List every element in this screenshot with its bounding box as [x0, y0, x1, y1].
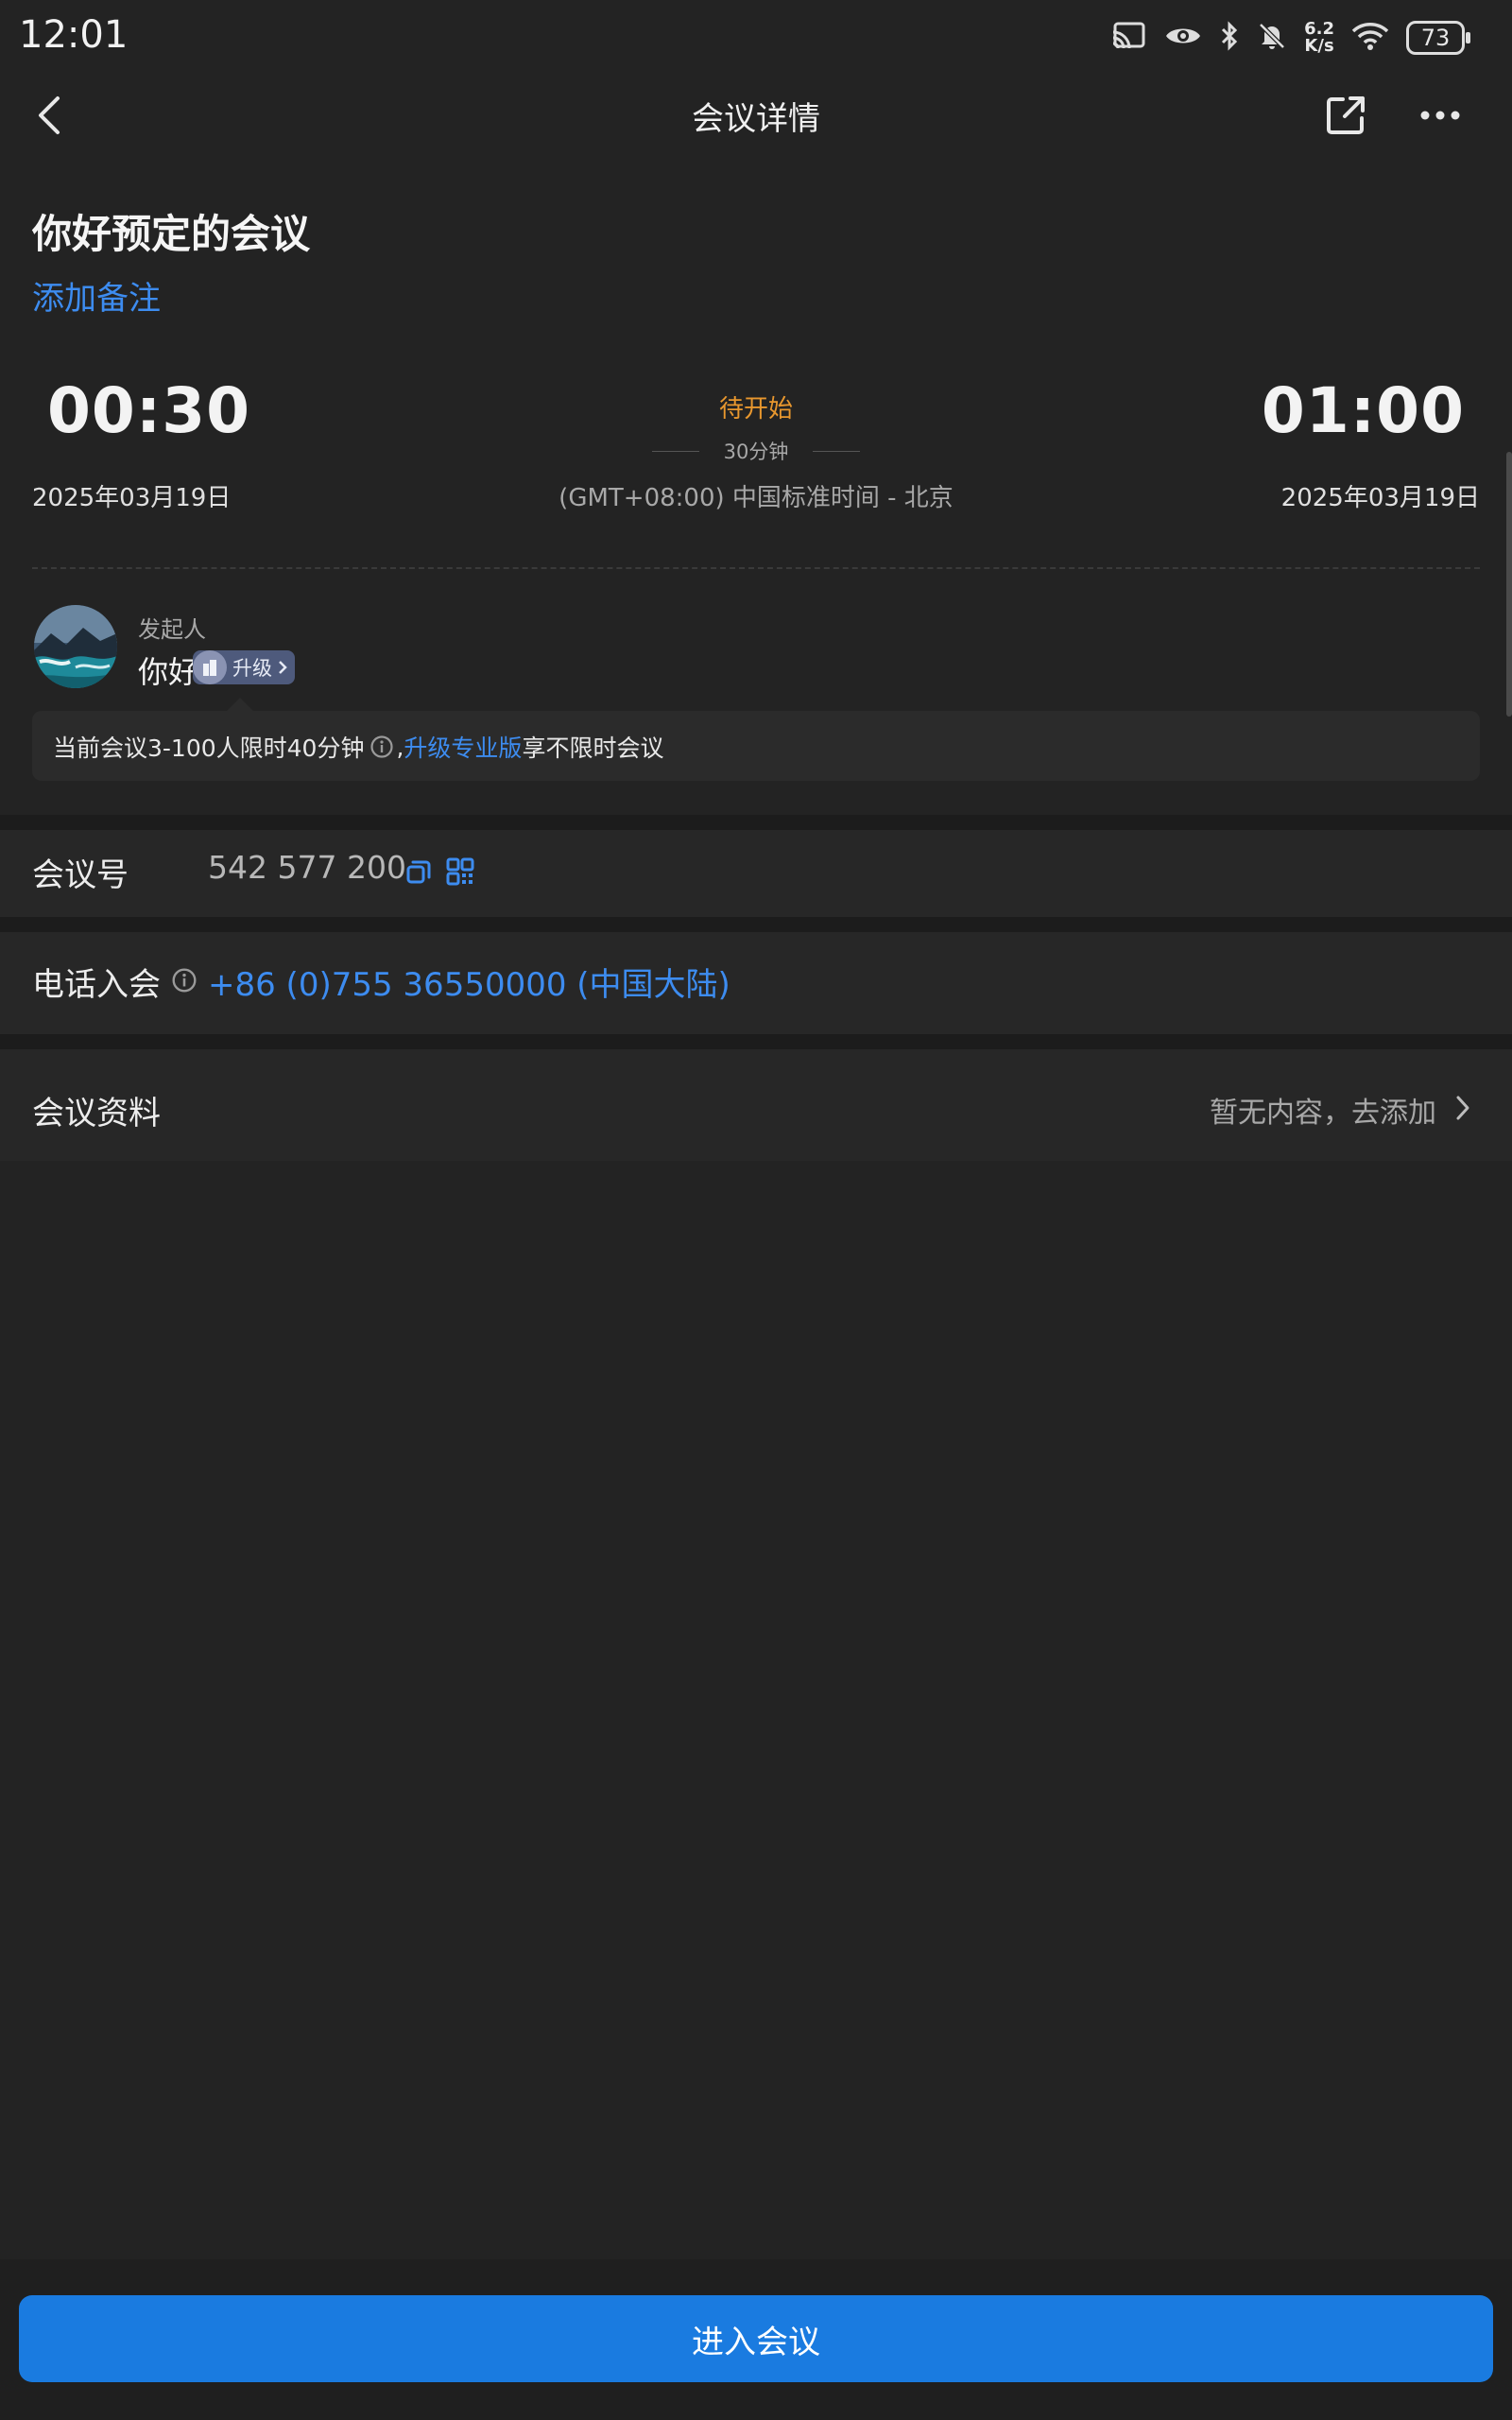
battery-level: 73: [1420, 25, 1451, 51]
meeting-number-value: 542 577 200: [208, 849, 406, 886]
wifi-icon: [1351, 21, 1389, 55]
meeting-materials-action[interactable]: 暂无内容，去添加: [1210, 1089, 1436, 1131]
meeting-title: 你好预定的会议: [32, 211, 311, 257]
end-time: 01:00: [1261, 374, 1465, 447]
cast-icon: [1111, 21, 1147, 55]
tip-text: 当前会议3-100人限时40分钟 , 升级专业版 享不限时会议: [53, 730, 663, 764]
end-date: 2025年03月19日: [1280, 484, 1480, 512]
qr-code-icon[interactable]: [442, 853, 478, 890]
net-speed: 6.2 K/s: [1304, 21, 1334, 55]
battery-icon: 73: [1406, 21, 1470, 55]
chevron-right-icon[interactable]: [1450, 1089, 1476, 1127]
scrollbar[interactable]: [1506, 452, 1512, 717]
more-icon[interactable]: [1414, 93, 1467, 138]
meeting-number-label: 会议号: [32, 856, 129, 894]
section-separator: [0, 917, 1512, 932]
organizer-label: 发起人: [138, 616, 206, 643]
meeting-duration: 30分钟: [723, 441, 789, 463]
dashed-divider: [32, 567, 1480, 569]
join-meeting-button[interactable]: 进入会议: [19, 2295, 1493, 2382]
add-note-link[interactable]: 添加备注: [32, 272, 161, 319]
building-icon: [193, 650, 227, 684]
section-separator: [0, 1034, 1512, 1049]
upgrade-pro-link[interactable]: 升级专业版: [404, 730, 522, 764]
chevron-right-icon: [278, 660, 287, 675]
bell-off-icon: [1257, 21, 1287, 55]
divider: [812, 450, 860, 452]
share-icon[interactable]: [1319, 89, 1372, 142]
info-icon[interactable]: [170, 966, 198, 994]
tip-comma: ,: [396, 733, 404, 761]
info-icon[interactable]: [369, 735, 394, 759]
phone-dial-number[interactable]: +86 (0)755 36550000 (中国大陆): [208, 959, 730, 1005]
tip-pointer: [227, 698, 253, 711]
divider: [652, 450, 699, 452]
avatar[interactable]: [34, 605, 117, 688]
bluetooth-icon: [1219, 21, 1240, 55]
page-title: 会议详情: [692, 100, 820, 138]
net-speed-unit: K/s: [1304, 36, 1334, 56]
upgrade-badge[interactable]: 升级: [193, 650, 295, 684]
phone-dial-label: 电话入会: [32, 966, 161, 1004]
eye-icon: [1164, 23, 1202, 53]
copy-icon[interactable]: [401, 853, 437, 890]
status-icons: 6.2 K/s 73: [1111, 17, 1470, 59]
section-separator: [0, 815, 1512, 830]
tip-text-before: 当前会议3-100人限时40分钟: [53, 735, 365, 762]
organizer-name: 你好: [138, 654, 199, 690]
meeting-materials-label: 会议资料: [32, 1095, 161, 1132]
tip-text-after: 享不限时会议: [522, 735, 664, 762]
duration-row: 30分钟: [652, 437, 860, 465]
upgrade-label: 升级: [232, 657, 272, 680]
status-time: 12:01: [19, 13, 129, 57]
